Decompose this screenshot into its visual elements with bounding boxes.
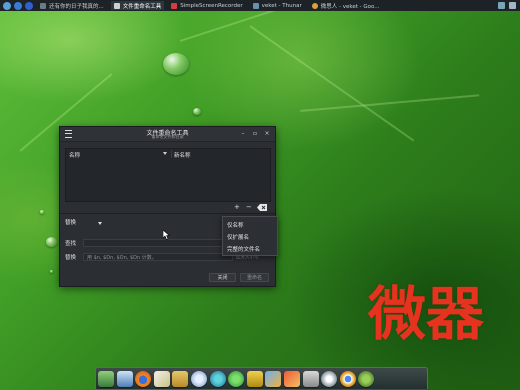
watermark-text: 微器 (368, 280, 485, 348)
taskbar-item-thunar[interactable]: veket - Thunar (250, 1, 305, 10)
firefox-icon[interactable] (135, 370, 152, 387)
network-icon[interactable] (190, 370, 207, 387)
column-header-name[interactable]: 名称 (69, 151, 80, 159)
column-separator[interactable] (171, 150, 172, 158)
divider (60, 213, 275, 214)
mouse-cursor-icon (163, 230, 171, 240)
drive-icon[interactable] (302, 370, 319, 387)
remove-button[interactable]: − (246, 203, 252, 212)
chrome-icon[interactable] (339, 370, 356, 387)
maximize-icon[interactable]: ▫ (251, 130, 259, 138)
monitor-icon[interactable] (498, 2, 505, 9)
taskbar-item-screen-recorder[interactable]: SimpleScreenRecorder (168, 1, 245, 10)
shield-icon[interactable] (14, 1, 22, 10)
taskbar-item-label: veket - Thunar (261, 2, 302, 9)
minimize-icon[interactable]: – (239, 130, 247, 138)
taskbar-item-label: 还有你的日子我真的... (49, 3, 104, 10)
settings-icon[interactable] (209, 370, 226, 387)
top-taskbar: 还有你的日子我真的... 文件重命名工具 SimpleScreenRecorde… (0, 0, 520, 11)
taskbar-item-label: 微思人 - veket - Goo... (320, 3, 380, 10)
file-list[interactable]: 名称 新名称 (65, 148, 271, 202)
taskbar-item-label: SimpleScreenRecorder (180, 2, 243, 9)
editor-icon[interactable] (153, 370, 170, 387)
taskbar-item-music[interactable]: 还有你的日子我真的... (37, 1, 107, 10)
chevron-down-icon (98, 222, 102, 225)
title-bar[interactable]: 文件重命名工具 重命名文件和目录 – ▫ × (60, 127, 275, 142)
popup-item-full-filename[interactable]: 完整的文件名 (227, 245, 260, 253)
close-button[interactable]: 关闭 (209, 273, 236, 282)
taskbar-item-label: 文件重命名工具 (122, 3, 162, 10)
folder-icon (252, 2, 259, 9)
name-part-popup: 仅名称 仅扩展名 完整的文件名 (222, 216, 278, 256)
system-tray (494, 2, 516, 9)
menu-icon[interactable] (3, 1, 11, 10)
desktop-icon[interactable] (98, 370, 114, 387)
app-icon (113, 2, 120, 9)
search-input[interactable] (83, 239, 233, 247)
app-icon (40, 2, 46, 9)
folder-icon[interactable] (172, 370, 189, 387)
network-icon[interactable] (509, 2, 516, 9)
taskbar-item-browser[interactable]: 微思人 - veket - Goo... (309, 1, 383, 10)
image-viewer-icon[interactable] (265, 370, 282, 387)
monitor-icon[interactable] (116, 370, 133, 387)
close-icon[interactable]: × (263, 130, 271, 138)
brightness-icon[interactable] (321, 370, 338, 387)
add-button[interactable]: + (234, 203, 240, 212)
sort-desc-icon[interactable] (163, 152, 167, 155)
archive-icon[interactable] (246, 370, 263, 387)
application-dock (95, 367, 428, 389)
rename-dialog: 文件重命名工具 重命名文件和目录 – ▫ × 名称 新名称 + − 替换 查找 … (59, 126, 276, 287)
app-icon (171, 2, 178, 9)
media-player-icon[interactable] (228, 370, 245, 387)
mode-select-value: 替换 (65, 220, 77, 226)
popup-item-extension-only[interactable]: 仅扩展名 (227, 233, 249, 241)
clear-icon[interactable] (257, 204, 267, 211)
column-header-new-name[interactable]: 新名称 (174, 151, 191, 159)
rename-button[interactable]: 重命名 (240, 273, 269, 282)
terminal-icon[interactable] (358, 370, 375, 387)
blue-circle-icon[interactable] (25, 1, 33, 10)
replace-label: 替换 (65, 255, 77, 261)
search-label: 查找 (65, 241, 77, 247)
chrome-icon (311, 2, 318, 9)
taskbar-item-rename-tool[interactable]: 文件重命名工具 (110, 1, 165, 10)
list-toolbar: + − (210, 203, 270, 212)
mode-select[interactable]: 替换 (65, 219, 105, 228)
replace-input[interactable]: 用 $n, $Dn, $On, $Dn 计数。 (83, 253, 233, 261)
popup-item-name-only[interactable]: 仅名称 (227, 221, 244, 229)
rocket-icon[interactable] (283, 370, 300, 387)
